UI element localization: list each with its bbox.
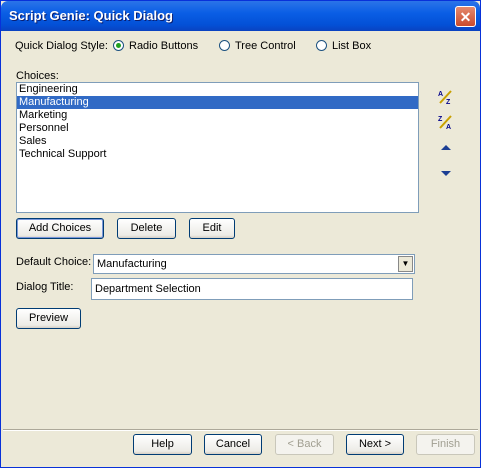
svg-text:A: A [446,124,451,130]
delete-button[interactable]: Delete [117,218,176,239]
add-choices-button[interactable]: Add Choices [16,218,104,239]
cancel-button[interactable]: Cancel [204,434,262,455]
next-button[interactable]: Next > [346,434,404,455]
move-up-icon[interactable] [437,140,455,156]
radio-buttons-option-radio[interactable] [113,40,124,51]
chevron-down-icon[interactable]: ▼ [398,256,413,272]
default-choice-value: Manufacturing [97,258,167,270]
dialog-style-label: Quick Dialog Style: [15,40,108,52]
tree-control-option-label[interactable]: Tree Control [235,40,296,52]
help-button[interactable]: Help [133,434,192,455]
list-item[interactable]: Marketing [17,109,418,122]
window-title: Script Genie: Quick Dialog [9,8,173,23]
choices-label: Choices: [16,70,59,82]
preview-button[interactable]: Preview [16,308,81,329]
list-box-option-label[interactable]: List Box [332,40,371,52]
tree-control-option-radio[interactable] [219,40,230,51]
svg-text:Z: Z [446,99,451,105]
dialog-title-label: Dialog Title: [16,281,74,293]
list-item[interactable]: Technical Support [17,148,418,161]
footer-separator [3,429,478,431]
dialog-title-field[interactable] [91,278,413,300]
edit-button[interactable]: Edit [189,218,235,239]
list-box-option-radio[interactable] [316,40,327,51]
move-down-icon[interactable] [437,165,455,181]
back-button[interactable]: < Back [275,434,334,455]
close-button[interactable]: ✕ [455,6,476,27]
default-choice-label: Default Choice: [16,256,92,268]
svg-text:Z: Z [438,116,443,123]
default-choice-dropdown[interactable]: Manufacturing ▼ [93,254,415,274]
choices-listbox[interactable]: Engineering Manufacturing Marketing Pers… [16,82,419,213]
radio-buttons-option-label[interactable]: Radio Buttons [129,40,198,52]
list-item[interactable]: Sales [17,135,418,148]
title-bar: Script Genie: Quick Dialog ✕ [1,1,480,31]
list-item[interactable]: Engineering [17,83,418,96]
finish-button[interactable]: Finish [416,434,475,455]
list-item-selected[interactable]: Manufacturing [17,96,418,109]
list-item[interactable]: Personnel [17,122,418,135]
sort-descending-icon[interactable]: Z A [437,114,455,130]
dialog-title-input[interactable] [95,283,405,295]
svg-text:A: A [438,91,443,98]
sort-ascending-icon[interactable]: A Z [437,89,455,105]
quick-dialog-window: Script Genie: Quick Dialog ✕ Quick Dialo… [0,0,481,468]
